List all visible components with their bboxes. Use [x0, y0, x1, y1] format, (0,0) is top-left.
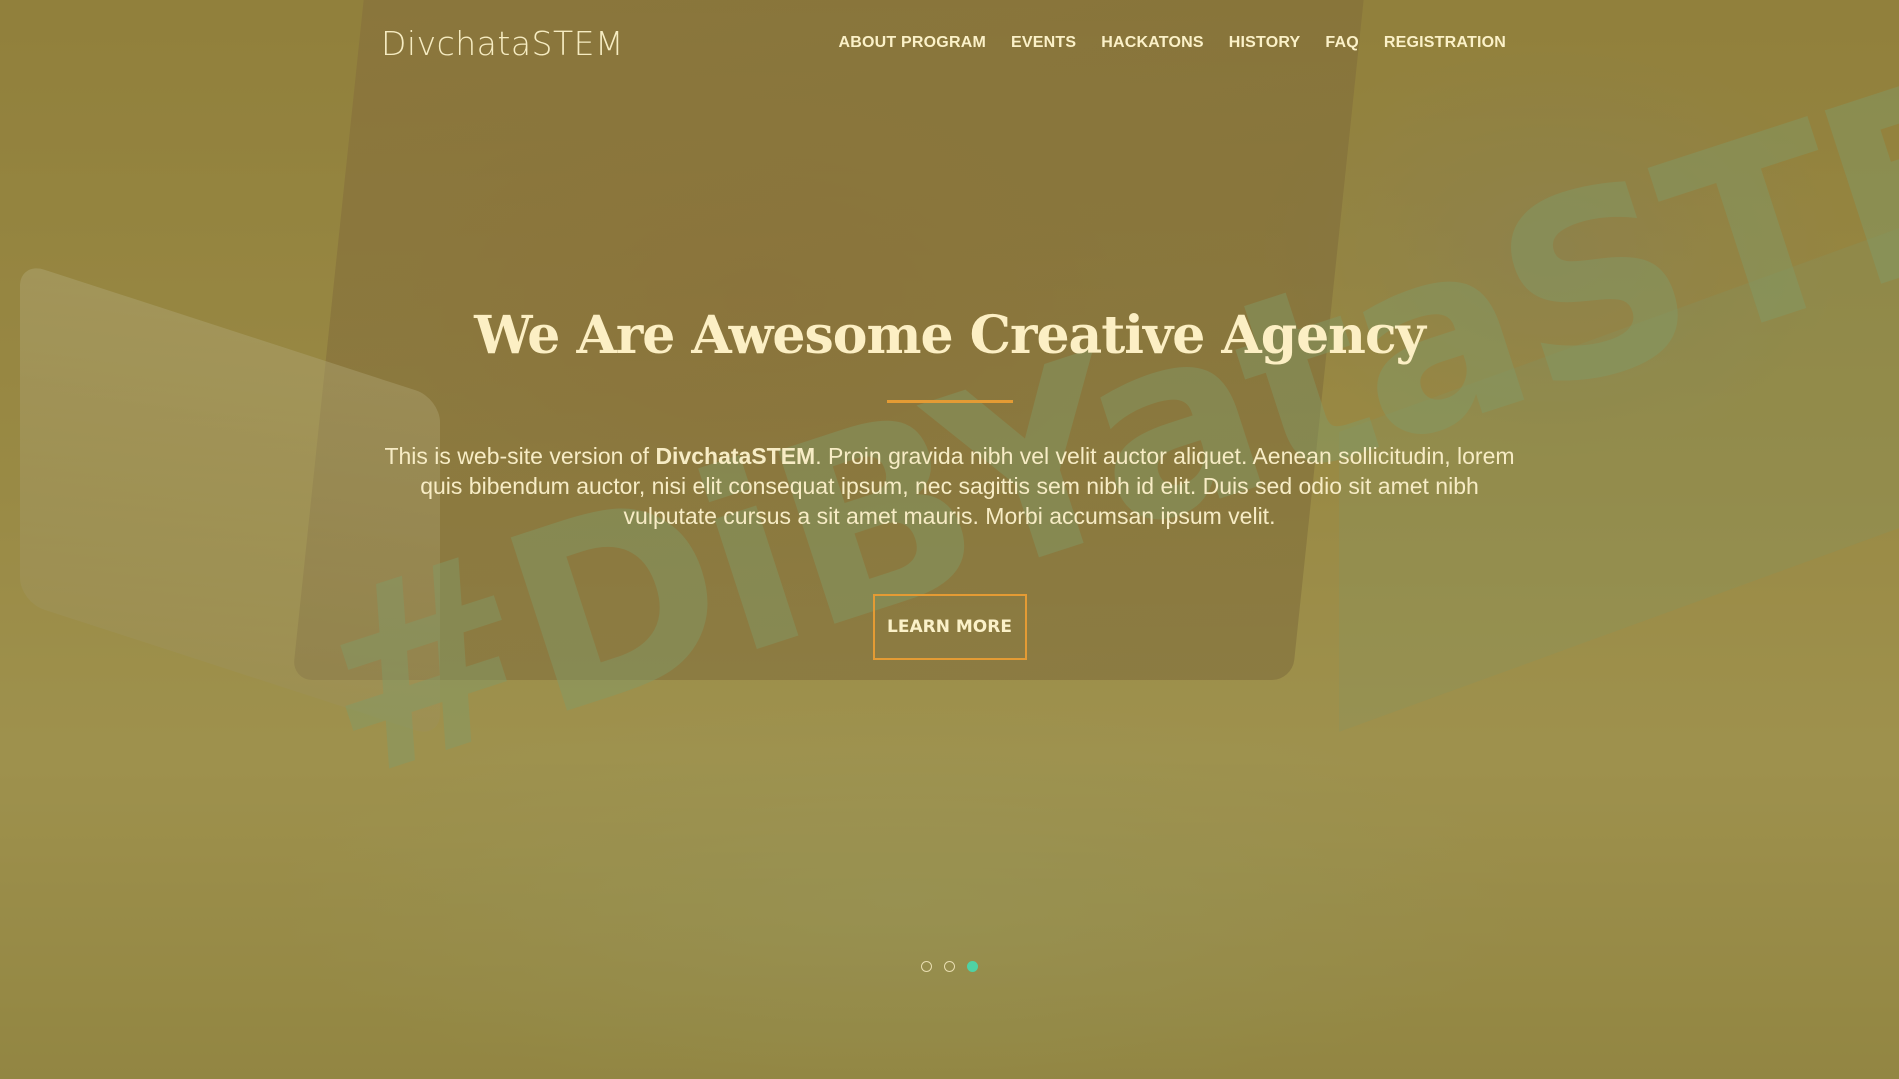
- slider-pagination: [0, 961, 1899, 972]
- nav-link-registration[interactable]: REGISTRATION: [1384, 34, 1506, 51]
- nav-link-events[interactable]: EVENTS: [1011, 34, 1076, 51]
- hero-description: This is web-site version of DivchataSTEM…: [380, 441, 1520, 531]
- hero-section: #DiBYataSTEM DivchataSTEM ABOUT PROGRAM …: [0, 0, 1899, 1079]
- brand-logo[interactable]: DivchataSTEM: [381, 24, 624, 63]
- nav-item: REGISTRATION: [1384, 34, 1506, 52]
- nav-link-about-program[interactable]: ABOUT PROGRAM: [839, 34, 986, 51]
- slider-dot-3[interactable]: [967, 961, 978, 972]
- nav-item: HACKATONS: [1101, 34, 1204, 52]
- description-brand: DivchataSTEM: [655, 443, 816, 469]
- learn-more-button[interactable]: LEARN MORE: [872, 594, 1027, 660]
- title-divider: [886, 400, 1013, 403]
- navbar: DivchataSTEM ABOUT PROGRAM EVENTS HACKAT…: [0, 0, 1899, 86]
- hero-content: We Are Awesome Creative Agency This is w…: [0, 305, 1899, 660]
- nav-item: EVENTS: [1011, 34, 1076, 52]
- nav-item: HISTORY: [1229, 34, 1301, 52]
- nav-link-faq[interactable]: FAQ: [1325, 34, 1359, 51]
- nav-item: ABOUT PROGRAM: [839, 34, 986, 52]
- nav-item: FAQ: [1325, 34, 1359, 52]
- slider-dot-1[interactable]: [921, 961, 932, 972]
- description-prefix: This is web-site version of: [384, 443, 656, 469]
- nav-menu: ABOUT PROGRAM EVENTS HACKATONS HISTORY F…: [839, 34, 1507, 52]
- slider-dot-2[interactable]: [944, 961, 955, 972]
- nav-link-history[interactable]: HISTORY: [1229, 34, 1301, 51]
- hero-title: We Are Awesome Creative Agency: [474, 305, 1426, 366]
- nav-link-hackatons[interactable]: HACKATONS: [1101, 34, 1204, 51]
